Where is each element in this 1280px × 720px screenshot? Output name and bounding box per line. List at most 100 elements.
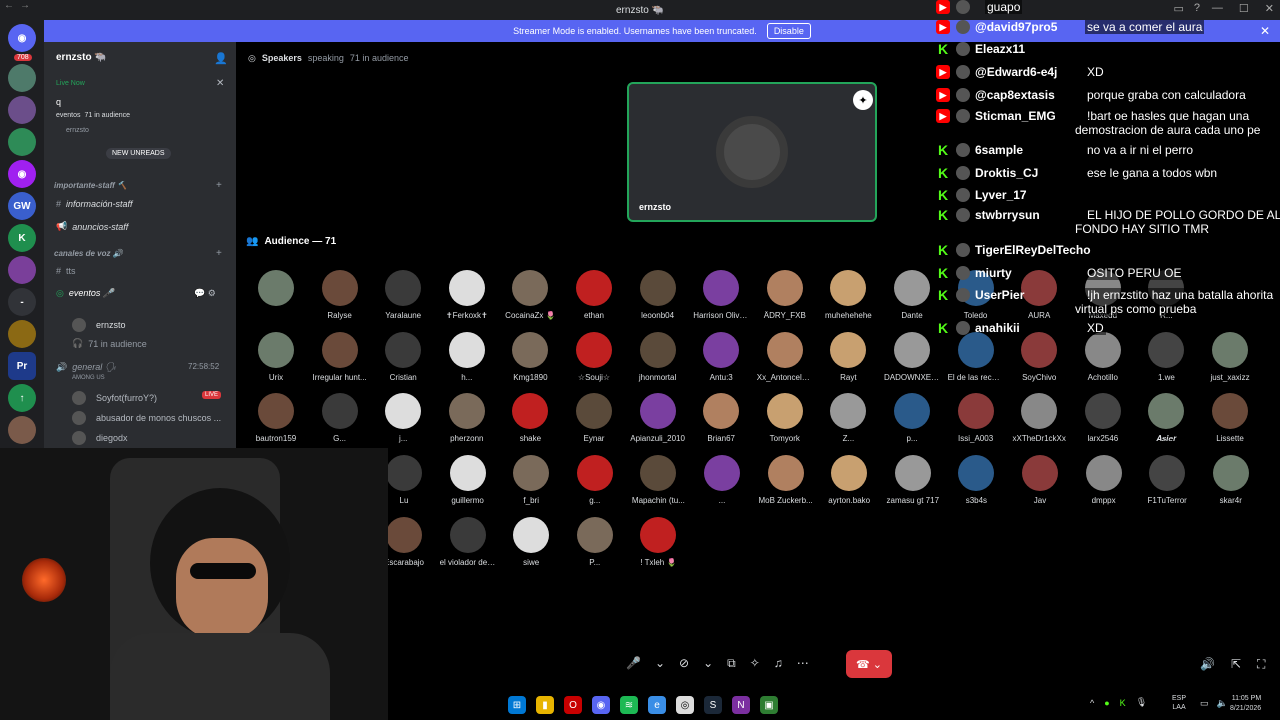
server-icon[interactable] [8,320,36,348]
more-icon[interactable]: ⋯ [797,656,809,671]
audience-member[interactable]: guillermo [440,455,496,505]
server-icon[interactable] [8,64,36,92]
audience-member[interactable]: Cristian [375,332,431,382]
audience-member[interactable]: P... [567,517,623,567]
volume-icon[interactable]: 🔊 [1200,657,1215,672]
file-explorer-icon[interactable]: ▮ [536,696,554,714]
clock[interactable]: 11:05 PM 8/21/2026 [1230,694,1261,714]
audience-member[interactable]: Harrison Olive... [693,270,749,320]
app-icon[interactable]: ▣ [760,696,778,714]
server-icon[interactable]: - [8,288,36,316]
audience-member[interactable]: 𝑨𝒔𝒊𝒆𝒓 [1138,393,1194,444]
close-live-icon[interactable]: ✕ [216,78,224,89]
tray-icon[interactable]: ● [1104,698,1109,708]
server-icon[interactable]: GW [8,192,36,220]
windows-start-icon[interactable]: ⊞ [508,696,526,714]
channel-actions[interactable]: 💬 ⚙ [194,288,216,299]
language-indicator[interactable]: ESP LAA [1172,694,1186,712]
activity-icon[interactable]: ✧ [750,656,760,671]
nav-arrows[interactable]: ← → [4,0,30,11]
steam-icon[interactable]: S [704,696,722,714]
audience-member[interactable]: xXTheDr1ckXx [1011,393,1067,443]
chevron-up-icon[interactable]: ^ [1090,698,1094,708]
channel-tts[interactable]: # tts [56,266,76,276]
disable-button[interactable]: Disable [766,23,811,39]
volume-icon[interactable]: 🔈 [1217,698,1228,709]
server-icon[interactable] [8,256,36,284]
microphone-icon[interactable]: 🎙 [1136,697,1147,708]
chevron-down-icon[interactable]: ⌄ [655,656,665,671]
channel-info-staff[interactable]: # información-staff [56,199,133,209]
tray-icon[interactable]: K [1120,698,1126,708]
audience-member[interactable]: Apianzuli_2010 [630,393,686,443]
audience-member[interactable]: s3b4s [948,455,1004,505]
live-event-name[interactable]: eventos [56,112,81,119]
audience-member[interactable]: Lissette [1202,393,1258,443]
speaker-tile[interactable]: ✦ ernzsto [627,82,877,222]
audience-member[interactable]: Antu:3 [693,332,749,382]
kick-server-icon[interactable]: K [8,224,36,252]
new-unreads-pill[interactable]: NEW UNREADS [106,148,171,159]
microphone-icon[interactable]: 🎤 [626,656,641,671]
audience-member[interactable]: G... [312,393,368,443]
audience-member[interactable]: Eynar [566,393,622,443]
audience-member[interactable]: ☆Souji☆ [566,332,622,382]
audience-member[interactable]: g... [567,455,623,505]
audience-member[interactable]: ÅDRY_FXB [757,270,813,320]
audience-member[interactable]: ! Txleh 🌷 [630,517,686,567]
audience-member[interactable]: shake [502,393,558,443]
audience-member[interactable]: larx2546 [1075,393,1131,443]
category-staff[interactable]: importante-staff 🔨 [54,181,127,190]
opera-icon[interactable]: O [564,696,582,714]
search-input[interactable]: q [56,97,61,107]
audience-member[interactable]: Mapachin (tu... [630,455,686,505]
soundboard-icon[interactable]: ♫ [774,656,783,671]
channel-general[interactable]: 🔊 general 🗣 [56,362,116,373]
discord-home-icon[interactable]: ◉ [8,24,36,52]
server-icon[interactable] [8,416,36,444]
audience-member[interactable]: el violador de ... [440,517,496,567]
audience-member[interactable] [248,270,304,311]
audience-member[interactable]: Kmg1890 [502,332,558,382]
voice-user[interactable]: Soyfot(furroY?) [72,391,157,405]
spotify-icon[interactable]: ≋ [620,696,638,714]
audience-member[interactable]: Brian67 [693,393,749,443]
discord-icon[interactable]: ◉ [592,696,610,714]
audience-member[interactable]: F1TuTerror [1139,455,1195,505]
audience-member[interactable]: Xx_Antoncel2... [757,332,813,382]
stage-audience-count[interactable]: 🎧 71 in audience [72,338,147,349]
add-member-icon[interactable]: 👤 [214,52,228,65]
audience-member[interactable]: f_bri [503,455,559,505]
server-icon[interactable] [8,96,36,124]
audience-member[interactable]: Irregular hunt... [312,332,368,382]
audience-member[interactable]: j... [375,393,431,443]
audience-member[interactable]: ✝Ferkoxk✝ [439,270,495,320]
audience-member[interactable]: skar4r [1203,455,1259,505]
audience-member[interactable]: zamasu gt 717 [885,455,941,505]
audience-member[interactable]: CocainaZx 🌷 [502,270,558,320]
audience-member[interactable]: h... [439,332,495,382]
audience-member[interactable]: Issi_A003 [948,393,1004,443]
voice-user[interactable]: diegodx [72,431,128,445]
screen-share-icon[interactable]: ⧉ [727,656,736,671]
add-channel-icon[interactable]: + [216,180,222,191]
premiere-server-icon[interactable]: Pr [8,352,36,380]
audience-member[interactable]: p... [884,393,940,443]
audience-member[interactable]: Rayt [820,332,876,382]
end-call-button[interactable]: ☎ ⌄ [846,650,892,678]
audience-member[interactable]: Z... [820,393,876,443]
channel-eventos[interactable]: ◎ eventos 🎤 [56,288,114,299]
add-channel-icon[interactable]: + [216,248,222,259]
audience-member[interactable]: ayrton.bako [821,455,877,505]
category-voz[interactable]: canales de voz 🔊 [54,249,123,258]
audience-member[interactable]: siwe [503,517,559,567]
audience-member[interactable]: MoB Zuckerb... [758,455,814,505]
audience-member[interactable]: Jav [1012,455,1068,505]
server-icon[interactable]: ↑ [8,384,36,412]
audience-member[interactable]: ... [694,455,750,505]
popout-icon[interactable]: ⇱ [1231,657,1241,672]
channel-anuncios-staff[interactable]: 📢 anuncios-staff [56,221,128,232]
audience-member[interactable]: jhonmortal [630,332,686,382]
audience-member[interactable]: pherzonn [439,393,495,443]
camera-off-icon[interactable]: ⊘ [679,656,689,671]
